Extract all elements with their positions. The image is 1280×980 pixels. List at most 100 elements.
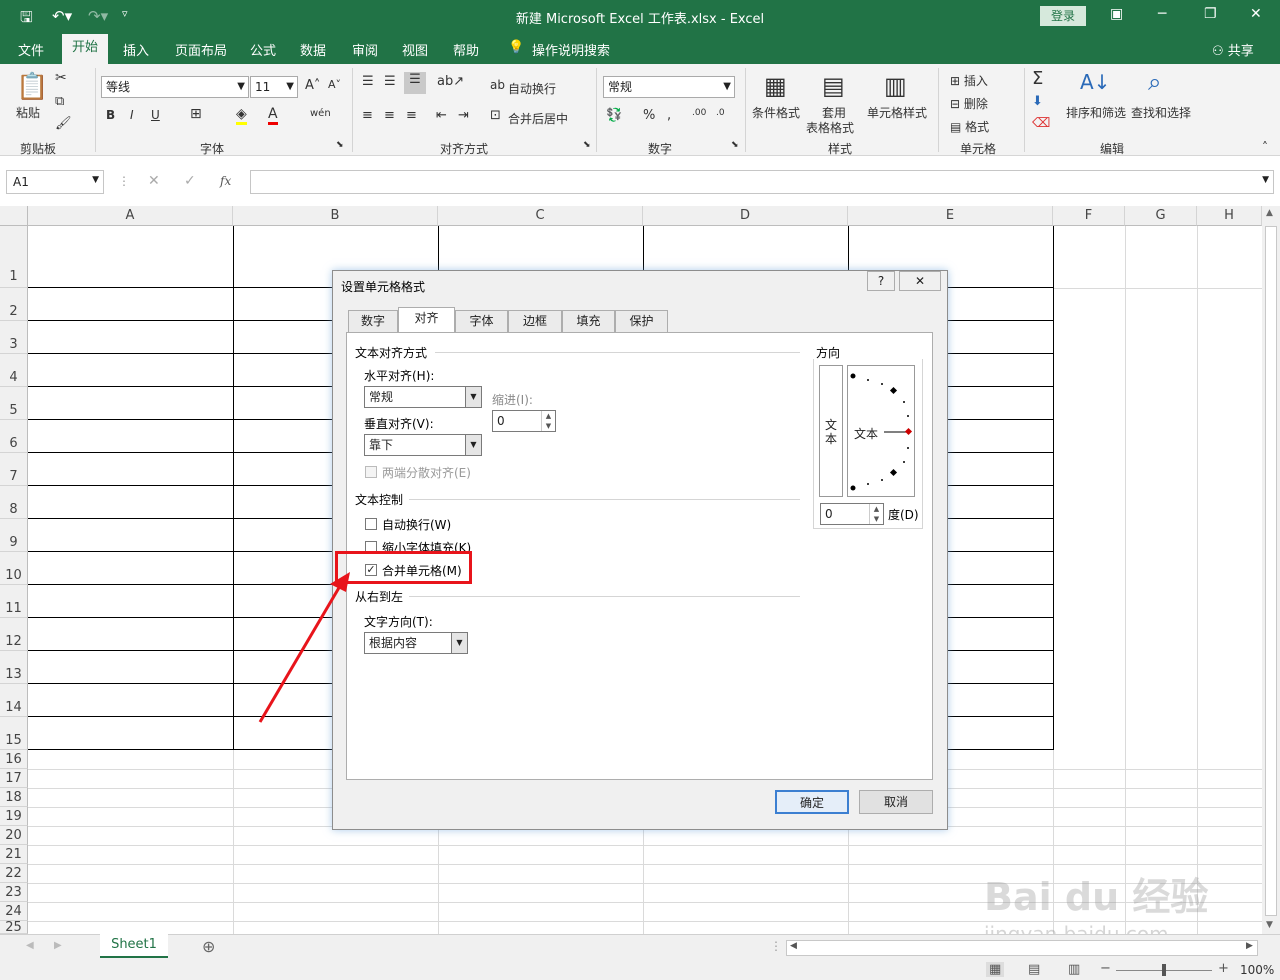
vertical-text-box[interactable]: 文本 — [819, 365, 843, 497]
increase-font-icon[interactable]: A˄ — [305, 78, 320, 93]
page-layout-view-icon[interactable]: ▤ — [1028, 962, 1040, 977]
close-dialog-button[interactable]: ✕ — [899, 271, 941, 291]
justify-distributed-checkbox[interactable] — [365, 466, 377, 478]
cell-styles-icon[interactable]: ▥ — [884, 72, 907, 100]
cell-styles-label[interactable]: 单元格样式 — [867, 104, 927, 121]
tab-insert[interactable]: 插入 — [123, 40, 149, 59]
row-header[interactable]: 20 — [0, 826, 28, 845]
dialog-launcher-icon[interactable]: ⬊ — [336, 140, 344, 150]
number-format-box[interactable]: 常规 ▼ — [603, 76, 735, 98]
cancel-formula-icon[interactable]: ✕ — [148, 173, 160, 189]
scroll-down-icon[interactable]: ▼ — [1266, 920, 1273, 930]
tab-formulas[interactable]: 公式 — [250, 40, 276, 59]
column-header[interactable]: C — [438, 206, 643, 226]
paste-icon[interactable]: 📋 — [16, 72, 48, 102]
accounting-format-icon[interactable]: 💱 — [606, 108, 622, 123]
row-header[interactable]: 19 — [0, 807, 28, 826]
fill-icon[interactable]: ⬇ — [1032, 94, 1043, 109]
row-header[interactable]: 8 — [0, 486, 28, 519]
tab-border[interactable]: 边框 — [508, 310, 562, 332]
borders-icon[interactable]: ⊞ — [190, 106, 202, 122]
dialog-launcher-icon[interactable]: ⬊ — [731, 140, 739, 150]
row-header[interactable]: 2 — [0, 288, 28, 321]
tab-view[interactable]: 视图 — [402, 40, 428, 59]
row-header[interactable]: 15 — [0, 717, 28, 750]
ok-button[interactable]: 确定 — [775, 790, 849, 814]
row-header[interactable]: 9 — [0, 519, 28, 552]
wrap-text-checkbox[interactable] — [365, 518, 377, 530]
row-header[interactable]: 1 — [0, 226, 28, 288]
sort-filter-label[interactable]: 排序和筛选 — [1066, 104, 1126, 121]
row-header[interactable]: 12 — [0, 618, 28, 651]
text-direction-select[interactable]: 根据内容 ▼ — [364, 632, 468, 654]
cut-icon[interactable]: ✂ — [55, 70, 67, 86]
next-sheet-icon[interactable]: ▶ — [54, 940, 62, 951]
close-window-icon[interactable]: ✕ — [1250, 6, 1262, 22]
align-bottom-icon[interactable]: ☰ — [404, 72, 426, 94]
zoom-level[interactable]: 100% — [1240, 963, 1274, 977]
format-as-table-icon[interactable]: ▤ — [822, 72, 845, 100]
format-painter-icon[interactable]: 🖌 — [55, 116, 72, 131]
increase-indent-icon[interactable]: ⇥ — [458, 108, 469, 123]
enter-formula-icon[interactable]: ✓ — [184, 173, 196, 189]
scroll-thumb[interactable] — [1265, 226, 1277, 916]
wrap-text-icon[interactable]: ab — [490, 78, 505, 92]
format-as-table-label-2[interactable]: 表格格式 — [806, 119, 854, 136]
scroll-right-icon[interactable]: ▶ — [1246, 941, 1253, 951]
tab-protection[interactable]: 保护 — [615, 310, 668, 332]
spinner-arrows-icon[interactable]: ▲ ▼ — [869, 504, 883, 524]
tab-file[interactable]: 文件 — [18, 40, 44, 59]
ribbon-display-options-icon[interactable]: ▣ — [1110, 6, 1123, 22]
tab-review[interactable]: 审阅 — [352, 40, 378, 59]
degrees-spinner[interactable]: 0 ▲ ▼ — [820, 503, 884, 525]
row-header[interactable]: 4 — [0, 354, 28, 387]
orientation-dial[interactable]: 文本 — [847, 365, 915, 497]
vertical-align-select[interactable]: 靠下 ▼ — [364, 434, 482, 456]
conditional-format-icon[interactable]: ▦ — [764, 72, 787, 100]
phonetic-icon[interactable]: wén — [310, 108, 331, 119]
scroll-left-icon[interactable]: ◀ — [790, 941, 797, 951]
insert-function-icon[interactable]: fx — [220, 174, 231, 188]
column-header[interactable]: E — [848, 206, 1053, 226]
minimize-icon[interactable]: ─ — [1158, 6, 1166, 22]
find-select-icon[interactable]: ⌕ — [1148, 68, 1161, 96]
row-header[interactable]: 18 — [0, 788, 28, 807]
row-header[interactable]: 6 — [0, 420, 28, 453]
row-header[interactable]: 13 — [0, 651, 28, 684]
paste-label[interactable]: 粘贴 — [16, 104, 40, 121]
decrease-decimal-icon[interactable]: .0 — [716, 108, 725, 118]
tab-alignment[interactable]: 对齐 — [398, 307, 455, 333]
login-button[interactable]: 登录 — [1040, 6, 1086, 26]
vertical-scrollbar[interactable]: ▲ ▼ — [1262, 206, 1280, 934]
row-header[interactable]: 25 — [0, 921, 28, 934]
row-header[interactable]: 22 — [0, 864, 28, 883]
font-size-box[interactable]: 11 ▼ — [250, 76, 298, 98]
horizontal-scrollbar[interactable] — [786, 940, 1258, 956]
percent-icon[interactable]: % — [643, 108, 655, 123]
share-button[interactable]: ⚇ 共享 — [1212, 40, 1254, 59]
column-header[interactable]: F — [1053, 206, 1125, 226]
spinner-arrows-icon[interactable]: ▲ ▼ — [541, 411, 555, 431]
dialog-launcher-icon[interactable]: ⬊ — [583, 140, 591, 150]
align-middle-icon[interactable]: ☰ — [384, 74, 396, 89]
font-name-box[interactable]: 等线 ▼ — [101, 76, 249, 98]
align-right-icon[interactable]: ≡ — [406, 108, 417, 123]
row-header[interactable]: 16 — [0, 750, 28, 769]
delete-cells-button[interactable]: ⊟ 删除 — [950, 95, 988, 112]
tell-me-search[interactable]: 操作说明搜索 — [532, 40, 610, 59]
column-header[interactable]: A — [28, 206, 233, 226]
row-header[interactable]: 14 — [0, 684, 28, 717]
page-break-view-icon[interactable]: ▥ — [1068, 962, 1080, 977]
find-select-label[interactable]: 查找和选择 — [1131, 104, 1191, 121]
orientation-icon[interactable]: ab↗ — [437, 74, 464, 89]
row-header[interactable]: 10 — [0, 552, 28, 585]
increase-decimal-icon[interactable]: .00 — [692, 108, 706, 118]
wrap-text-label[interactable]: 自动换行 — [508, 80, 556, 97]
new-sheet-icon[interactable]: ⊕ — [202, 937, 215, 956]
indent-spinner[interactable]: 0 ▲ ▼ — [492, 410, 556, 432]
insert-cells-button[interactable]: ⊞ 插入 — [950, 72, 988, 89]
align-top-icon[interactable]: ☰ — [362, 74, 374, 89]
font-color-icon[interactable]: A — [268, 106, 278, 125]
zoom-in-icon[interactable]: + — [1218, 961, 1229, 976]
sort-filter-icon[interactable]: A↓ — [1080, 70, 1110, 94]
